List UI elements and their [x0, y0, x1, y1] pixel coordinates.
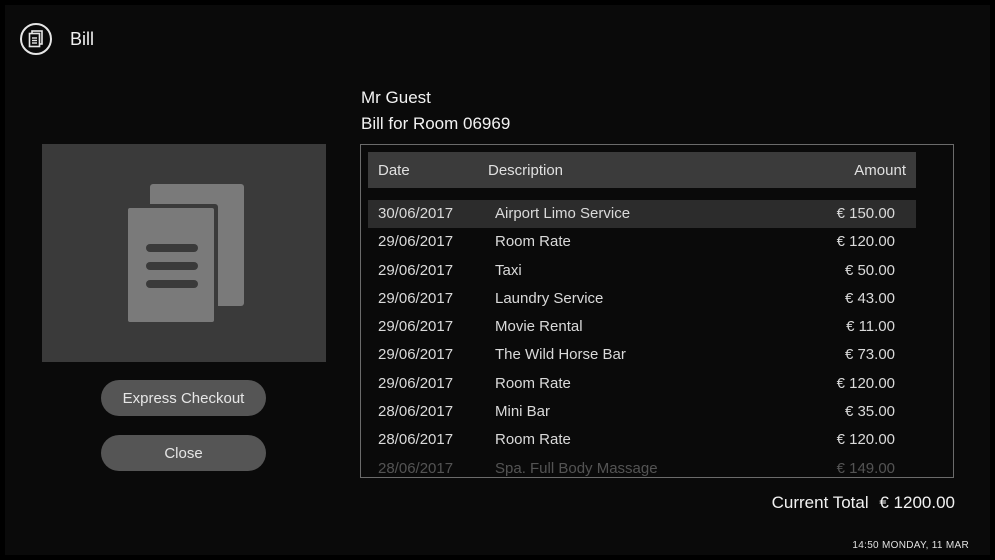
- row-date: 29/06/2017: [378, 318, 454, 336]
- row-amount: € 73.00: [844, 346, 895, 364]
- document-icon: [20, 23, 52, 55]
- current-total-value: € 1200.00: [879, 493, 955, 512]
- row-amount: € 43.00: [844, 289, 895, 307]
- page-title: Bill: [70, 29, 95, 49]
- table-row[interactable]: 28/06/2017 Mini Bar € 35.00: [368, 398, 916, 426]
- row-amount: € 120.00: [836, 374, 895, 392]
- row-date: 29/06/2017: [378, 233, 454, 251]
- bill-table[interactable]: Date Description Amount 30/06/2017 Airpo…: [360, 144, 954, 478]
- row-amount: € 35.00: [844, 403, 895, 421]
- clock: 14:50 MONDAY, 11 MAR: [852, 540, 969, 551]
- row-date: 29/06/2017: [378, 374, 454, 392]
- row-description: Room Rate: [495, 374, 571, 392]
- table-header: Date Description Amount: [368, 152, 916, 188]
- row-date: 29/06/2017: [378, 289, 454, 307]
- table-row[interactable]: 28/06/2017 Spa. Full Body Massage € 149.…: [368, 455, 916, 477]
- column-header-description: Description: [488, 162, 564, 179]
- row-amount: € 150.00: [836, 205, 895, 222]
- table-row[interactable]: 29/06/2017 Movie Rental € 11.00: [368, 313, 916, 341]
- current-total: Current Total € 1200.00: [766, 493, 955, 513]
- row-date: 29/06/2017: [378, 261, 454, 279]
- table-row[interactable]: 29/06/2017 Laundry Service € 43.00: [368, 285, 916, 313]
- table-row[interactable]: 28/06/2017 Room Rate € 120.00: [368, 426, 916, 454]
- row-amount: € 11.00: [846, 318, 895, 336]
- express-checkout-button[interactable]: Express Checkout: [101, 380, 266, 416]
- row-description: Airport Limo Service: [495, 205, 631, 222]
- close-button[interactable]: Close: [101, 435, 266, 471]
- table-row[interactable]: 29/06/2017 Taxi € 50.00: [368, 257, 916, 285]
- row-amount: € 149.00: [836, 459, 895, 477]
- column-header-date: Date: [378, 162, 410, 179]
- table-row[interactable]: 30/06/2017 Airport Limo Service € 150.00: [368, 200, 916, 229]
- table-rows: 30/06/2017 Airport Limo Service € 150.00…: [368, 200, 916, 477]
- row-description: Taxi: [495, 261, 522, 279]
- row-amount: € 50.00: [844, 261, 895, 279]
- table-row[interactable]: 29/06/2017 Room Rate € 120.00: [368, 228, 916, 256]
- current-total-label: Current Total: [771, 493, 869, 512]
- bill-illustration: [42, 144, 326, 362]
- column-header-amount: Amount: [854, 162, 906, 179]
- row-date: 28/06/2017: [378, 459, 454, 477]
- table-row[interactable]: 29/06/2017 The Wild Horse Bar € 73.00: [368, 341, 916, 369]
- row-date: 28/06/2017: [378, 403, 454, 421]
- guest-name: Mr Guest: [361, 88, 431, 107]
- row-date: 30/06/2017: [378, 205, 454, 222]
- table-row[interactable]: 29/06/2017 Room Rate € 120.00: [368, 370, 916, 398]
- row-description: Movie Rental: [495, 318, 583, 336]
- row-date: 29/06/2017: [378, 346, 454, 364]
- row-description: Laundry Service: [495, 289, 604, 307]
- row-description: Mini Bar: [495, 403, 551, 421]
- row-description: The Wild Horse Bar: [495, 346, 626, 364]
- row-date: 28/06/2017: [378, 431, 454, 449]
- row-description: Room Rate: [495, 233, 571, 251]
- bill-room-label: Bill for Room 06969: [361, 114, 511, 133]
- row-description: Spa. Full Body Massage: [495, 459, 658, 477]
- documents-icon: [124, 184, 244, 326]
- row-description: Room Rate: [495, 431, 571, 449]
- row-amount: € 120.00: [836, 233, 895, 251]
- row-amount: € 120.00: [836, 431, 895, 449]
